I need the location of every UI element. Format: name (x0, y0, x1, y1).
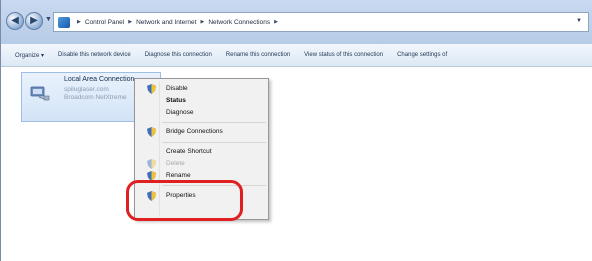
breadcrumb-separator-icon[interactable]: ▶ (128, 19, 132, 25)
disable-device-button[interactable]: Disable this network device (44, 52, 131, 58)
address-bar[interactable]: ▶ Control Panel ▶ Network and Internet ▶… (53, 12, 589, 32)
shield-icon (147, 159, 156, 169)
menu-item-disable[interactable]: Disable (137, 83, 267, 95)
rename-connection-button[interactable]: Rename this connection (212, 52, 290, 58)
menu-label: Diagnose (166, 109, 194, 116)
menu-item-create-shortcut[interactable]: Create Shortcut (137, 146, 267, 158)
address-dropdown-chevron-icon[interactable]: ▼ (576, 18, 582, 24)
menu-label: Delete (166, 160, 185, 167)
menu-label: Create Shortcut (166, 148, 212, 155)
diagnose-connection-button[interactable]: Diagnose this connection (131, 52, 212, 58)
connections-list: Local Area Connection spiluglaser.com Br… (1, 67, 592, 261)
connection-network: spiluglaser.com (64, 86, 109, 93)
shield-icon (147, 84, 156, 94)
shield-icon (147, 127, 156, 137)
connection-adapter: Broadcom NetXtreme (64, 94, 127, 101)
change-settings-button[interactable]: Change settings of (383, 52, 447, 58)
forward-button[interactable]: ▶ (25, 12, 43, 30)
menu-item-status[interactable]: Status (137, 95, 267, 107)
breadcrumb-separator-icon[interactable]: ▶ (274, 19, 278, 25)
menu-item-bridge-connections[interactable]: Bridge Connections (137, 126, 267, 138)
view-status-button[interactable]: View status of this connection (290, 52, 383, 58)
menu-separator (162, 142, 266, 143)
address-bar-area: ◀ ▶ ▼ ▶ Control Panel ▶ Network and Inte… (1, 0, 592, 44)
menu-label: Disable (166, 85, 188, 92)
control-panel-icon (58, 16, 70, 28)
connection-name: Local Area Connection (64, 76, 135, 83)
properties-highlight-annotation (126, 180, 243, 221)
breadcrumb-separator-icon[interactable]: ▶ (77, 19, 81, 25)
back-button[interactable]: ◀ (6, 12, 24, 30)
menu-separator (162, 122, 266, 123)
breadcrumb-network-and-internet[interactable]: Network and Internet (136, 19, 196, 26)
network-connections-window: ◀ ▶ ▼ ▶ Control Panel ▶ Network and Inte… (0, 0, 592, 261)
recent-pages-chevron-icon[interactable]: ▼ (45, 16, 52, 23)
breadcrumb-network-connections[interactable]: Network Connections (208, 19, 270, 26)
command-toolbar: Organize ▾ Disable this network device D… (1, 44, 592, 67)
network-adapter-icon (30, 86, 50, 101)
menu-item-diagnose[interactable]: Diagnose (137, 107, 267, 119)
menu-label: Bridge Connections (166, 128, 223, 135)
menu-label: Status (166, 97, 186, 104)
organize-button[interactable]: Organize ▾ (1, 52, 44, 59)
menu-item-delete: Delete (137, 158, 267, 170)
breadcrumb-separator-icon[interactable]: ▶ (200, 19, 204, 25)
breadcrumb-control-panel[interactable]: Control Panel (85, 19, 124, 26)
